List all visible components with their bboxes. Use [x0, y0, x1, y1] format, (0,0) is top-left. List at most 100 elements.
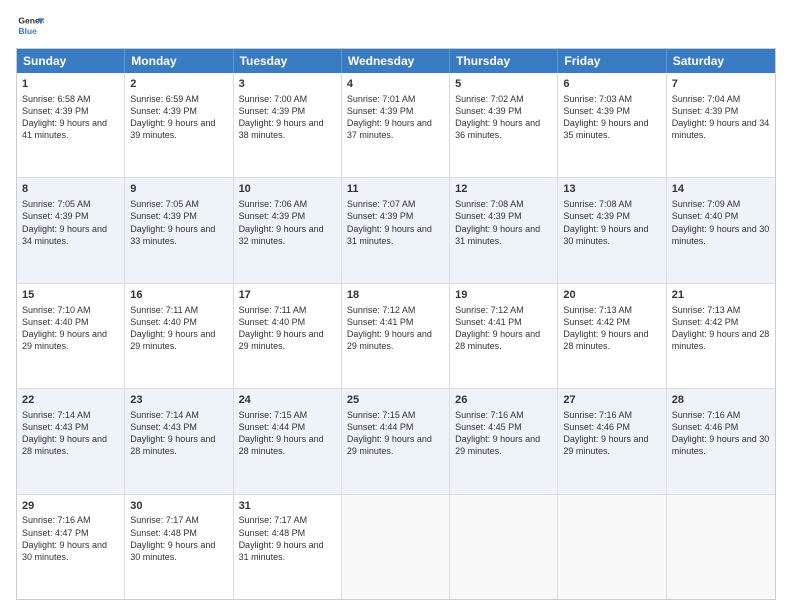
day-number: 10	[239, 182, 336, 197]
day-number: 13	[563, 182, 660, 197]
calendar: SundayMondayTuesdayWednesdayThursdayFrid…	[16, 48, 776, 600]
day-cell-15: 15Sunrise: 7:10 AM Sunset: 4:40 PM Dayli…	[17, 284, 125, 388]
day-of-week-thursday: Thursday	[450, 49, 558, 73]
calendar-row-5: 29Sunrise: 7:16 AM Sunset: 4:47 PM Dayli…	[17, 495, 775, 599]
day-number: 25	[347, 393, 444, 408]
calendar-row-1: 1 Sunrise: 6:58 AM Sunset: 4:39 PM Daylig…	[17, 73, 775, 178]
day-info: Sunrise: 7:16 AM Sunset: 4:46 PM Dayligh…	[672, 410, 770, 456]
day-cell-12: 12 Sunrise: 7:08 AM Sunset: 4:39 PM Dayli…	[450, 178, 558, 282]
day-cell-7: 7Sunrise: 7:04 AM Sunset: 4:39 PM Daylig…	[667, 73, 775, 177]
empty-cell	[667, 495, 775, 599]
day-of-week-saturday: Saturday	[667, 49, 775, 73]
day-info: Sunrise: 7:16 AM Sunset: 4:47 PM Dayligh…	[22, 515, 107, 561]
day-info: Sunrise: 7:09 AM Sunset: 4:40 PM Dayligh…	[672, 199, 770, 245]
day-cell-6: 6Sunrise: 7:03 AM Sunset: 4:39 PM Daylig…	[558, 73, 666, 177]
day-number: 2	[130, 77, 227, 92]
day-cell-18: 18 Sunrise: 7:12 AM Sunset: 4:41 PM Dayli…	[342, 284, 450, 388]
logo: General Blue	[16, 12, 44, 40]
day-of-week-tuesday: Tuesday	[234, 49, 342, 73]
day-of-week-sunday: Sunday	[17, 49, 125, 73]
day-info: Sunrise: 7:07 AM Sunset: 4:39 PM Dayligh…	[347, 199, 432, 245]
day-info: Sunrise: 7:12 AM Sunset: 4:41 PM Dayligh…	[455, 305, 540, 351]
day-number: 22	[22, 393, 119, 408]
day-info: Sunrise: 7:17 AM Sunset: 4:48 PM Dayligh…	[239, 515, 324, 561]
day-number: 11	[347, 182, 444, 197]
day-cell-30: 30Sunrise: 7:17 AM Sunset: 4:48 PM Dayli…	[125, 495, 233, 599]
day-cell-21: 21 Sunrise: 7:13 AM Sunset: 4:42 PM Dayli…	[667, 284, 775, 388]
day-number: 8	[22, 182, 119, 197]
day-info: Sunrise: 7:11 AM Sunset: 4:40 PM Dayligh…	[239, 305, 324, 351]
day-of-week-wednesday: Wednesday	[342, 49, 450, 73]
empty-cell	[558, 495, 666, 599]
day-info: Sunrise: 7:14 AM Sunset: 4:43 PM Dayligh…	[22, 410, 107, 456]
day-cell-17: 17Sunrise: 7:11 AM Sunset: 4:40 PM Dayli…	[234, 284, 342, 388]
calendar-row-4: 22 Sunrise: 7:14 AM Sunset: 4:43 PM Dayli…	[17, 389, 775, 494]
day-cell-11: 11 Sunrise: 7:07 AM Sunset: 4:39 PM Dayli…	[342, 178, 450, 282]
day-cell-27: 27 Sunrise: 7:16 AM Sunset: 4:46 PM Dayli…	[558, 389, 666, 493]
day-info: Sunrise: 7:16 AM Sunset: 4:45 PM Dayligh…	[455, 410, 540, 456]
day-info: Sunrise: 7:01 AM Sunset: 4:39 PM Dayligh…	[347, 94, 432, 140]
day-info: Sunrise: 7:16 AM Sunset: 4:46 PM Dayligh…	[563, 410, 648, 456]
day-number: 4	[347, 77, 444, 92]
day-number: 29	[22, 499, 119, 514]
day-number: 3	[239, 77, 336, 92]
calendar-header: SundayMondayTuesdayWednesdayThursdayFrid…	[17, 49, 775, 73]
day-cell-14: 14 Sunrise: 7:09 AM Sunset: 4:40 PM Dayli…	[667, 178, 775, 282]
empty-cell	[450, 495, 558, 599]
day-info: Sunrise: 7:08 AM Sunset: 4:39 PM Dayligh…	[563, 199, 648, 245]
day-cell-2: 2 Sunrise: 6:59 AM Sunset: 4:39 PM Daylig…	[125, 73, 233, 177]
day-info: Sunrise: 7:15 AM Sunset: 4:44 PM Dayligh…	[347, 410, 432, 456]
day-info: Sunrise: 7:13 AM Sunset: 4:42 PM Dayligh…	[563, 305, 648, 351]
day-number: 19	[455, 288, 552, 303]
day-info: Sunrise: 7:14 AM Sunset: 4:43 PM Dayligh…	[130, 410, 215, 456]
day-info: Sunrise: 7:13 AM Sunset: 4:42 PM Dayligh…	[672, 305, 770, 351]
day-number: 12	[455, 182, 552, 197]
page-header: General Blue	[16, 12, 776, 40]
day-number: 14	[672, 182, 770, 197]
day-cell-23: 23 Sunrise: 7:14 AM Sunset: 4:43 PM Dayli…	[125, 389, 233, 493]
day-of-week-monday: Monday	[125, 49, 233, 73]
day-cell-1: 1 Sunrise: 6:58 AM Sunset: 4:39 PM Daylig…	[17, 73, 125, 177]
calendar-row-2: 8 Sunrise: 7:05 AM Sunset: 4:39 PM Daylig…	[17, 178, 775, 283]
day-cell-10: 10Sunrise: 7:06 AM Sunset: 4:39 PM Dayli…	[234, 178, 342, 282]
svg-text:Blue: Blue	[18, 26, 37, 36]
day-cell-31: 31Sunrise: 7:17 AM Sunset: 4:48 PM Dayli…	[234, 495, 342, 599]
day-info: Sunrise: 7:03 AM Sunset: 4:39 PM Dayligh…	[563, 94, 648, 140]
day-info: Sunrise: 6:58 AM Sunset: 4:39 PM Dayligh…	[22, 94, 107, 140]
day-number: 1	[22, 77, 119, 92]
day-of-week-friday: Friday	[558, 49, 666, 73]
day-number: 30	[130, 499, 227, 514]
day-cell-3: 3 Sunrise: 7:00 AM Sunset: 4:39 PM Daylig…	[234, 73, 342, 177]
day-number: 28	[672, 393, 770, 408]
day-number: 21	[672, 288, 770, 303]
day-info: Sunrise: 7:12 AM Sunset: 4:41 PM Dayligh…	[347, 305, 432, 351]
day-number: 9	[130, 182, 227, 197]
day-cell-29: 29Sunrise: 7:16 AM Sunset: 4:47 PM Dayli…	[17, 495, 125, 599]
day-info: Sunrise: 7:08 AM Sunset: 4:39 PM Dayligh…	[455, 199, 540, 245]
day-info: Sunrise: 7:15 AM Sunset: 4:44 PM Dayligh…	[239, 410, 324, 456]
day-info: Sunrise: 6:59 AM Sunset: 4:39 PM Dayligh…	[130, 94, 215, 140]
calendar-body: 1 Sunrise: 6:58 AM Sunset: 4:39 PM Daylig…	[17, 73, 775, 599]
day-number: 27	[563, 393, 660, 408]
day-info: Sunrise: 7:04 AM Sunset: 4:39 PM Dayligh…	[672, 94, 770, 140]
day-cell-26: 26 Sunrise: 7:16 AM Sunset: 4:45 PM Dayli…	[450, 389, 558, 493]
calendar-row-3: 15Sunrise: 7:10 AM Sunset: 4:40 PM Dayli…	[17, 284, 775, 389]
day-cell-13: 13 Sunrise: 7:08 AM Sunset: 4:39 PM Dayli…	[558, 178, 666, 282]
day-cell-28: 28 Sunrise: 7:16 AM Sunset: 4:46 PM Dayli…	[667, 389, 775, 493]
day-info: Sunrise: 7:11 AM Sunset: 4:40 PM Dayligh…	[130, 305, 215, 351]
day-cell-5: 5Sunrise: 7:02 AM Sunset: 4:39 PM Daylig…	[450, 73, 558, 177]
day-cell-24: 24Sunrise: 7:15 AM Sunset: 4:44 PM Dayli…	[234, 389, 342, 493]
day-number: 18	[347, 288, 444, 303]
day-info: Sunrise: 7:05 AM Sunset: 4:39 PM Dayligh…	[22, 199, 107, 245]
day-cell-20: 20 Sunrise: 7:13 AM Sunset: 4:42 PM Dayli…	[558, 284, 666, 388]
day-number: 20	[563, 288, 660, 303]
day-cell-16: 16Sunrise: 7:11 AM Sunset: 4:40 PM Dayli…	[125, 284, 233, 388]
day-cell-4: 4 Sunrise: 7:01 AM Sunset: 4:39 PM Daylig…	[342, 73, 450, 177]
day-cell-19: 19 Sunrise: 7:12 AM Sunset: 4:41 PM Dayli…	[450, 284, 558, 388]
logo-icon: General Blue	[16, 12, 44, 40]
day-info: Sunrise: 7:00 AM Sunset: 4:39 PM Dayligh…	[239, 94, 324, 140]
day-info: Sunrise: 7:05 AM Sunset: 4:39 PM Dayligh…	[130, 199, 215, 245]
day-number: 26	[455, 393, 552, 408]
day-number: 15	[22, 288, 119, 303]
day-number: 23	[130, 393, 227, 408]
